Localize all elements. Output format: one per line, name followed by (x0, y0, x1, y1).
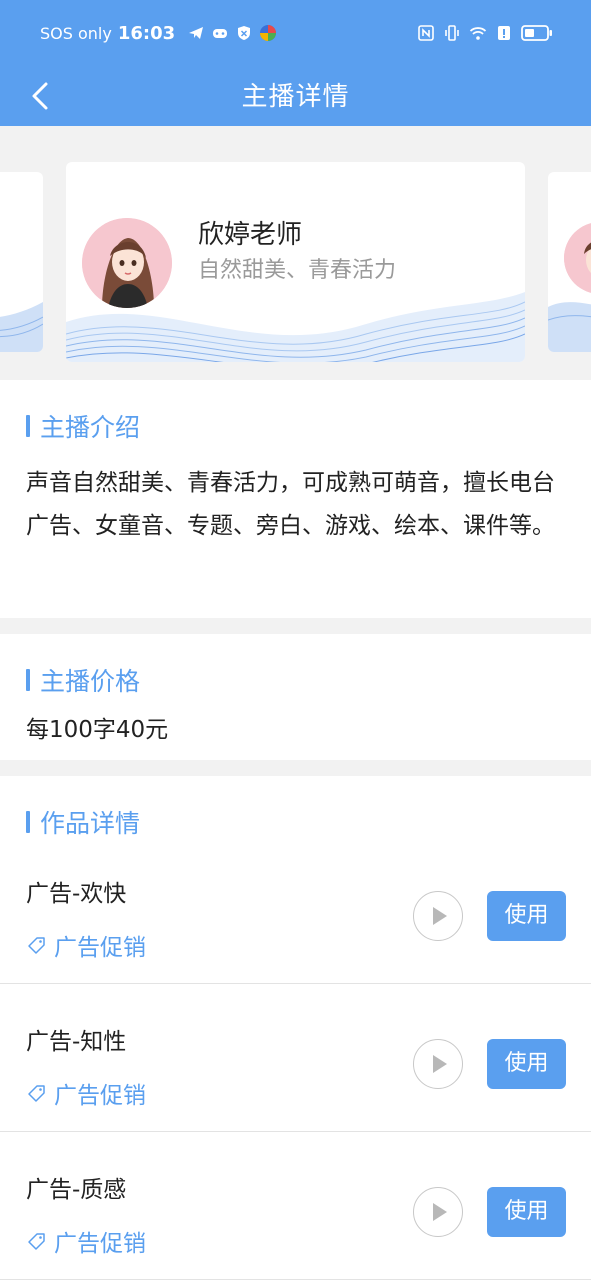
carrier-text: SOS only (40, 23, 112, 43)
section-title: 作品详情 (40, 809, 141, 838)
status-bar: SOS only 16:03 (0, 0, 591, 66)
anchor-tagline: 自然甜美、青春活力 (198, 258, 397, 283)
play-icon (433, 1055, 447, 1073)
page-title: 主播详情 (241, 82, 350, 112)
section-title: 主播介绍 (40, 413, 141, 442)
play-icon (433, 907, 447, 925)
nav-bar: 主播详情 (0, 66, 591, 126)
status-right (417, 20, 553, 46)
work-category-label: 广告促销 (54, 935, 146, 961)
section-header: 作品详情 (26, 804, 140, 840)
status-left: SOS only 16:03 (40, 20, 277, 46)
price-section: 主播价格 每100字40元 (0, 634, 591, 760)
anchor-card-next[interactable] (548, 172, 591, 352)
avatar-illustration (82, 218, 172, 308)
work-category: 广告促销 (26, 928, 146, 962)
work-category-label: 广告促销 (54, 1231, 146, 1257)
battery-icon (521, 25, 552, 41)
use-button[interactable]: 使用 (487, 1039, 566, 1089)
wifi-icon (469, 27, 487, 40)
vibrate-icon (445, 25, 459, 41)
work-category: 广告促销 (26, 1076, 146, 1110)
work-item: 广告-质感 广告促销 使用 (0, 1132, 591, 1280)
shield-icon (238, 26, 251, 40)
work-category: 广告促销 (26, 1224, 146, 1258)
anchor-carousel[interactable]: 欣婷老师 自然甜美、青春活力 (0, 126, 591, 378)
app-icon (260, 25, 277, 41)
tag-icon (28, 1233, 45, 1250)
work-title: 广告-质感 (26, 1177, 127, 1203)
work-category-label: 广告促销 (54, 1083, 146, 1109)
price-text: 每100字40元 (26, 717, 169, 743)
telegram-icon (189, 27, 204, 39)
section-marker (26, 811, 30, 833)
use-button[interactable]: 使用 (487, 891, 566, 941)
play-icon (433, 1203, 447, 1221)
use-button[interactable]: 使用 (487, 1187, 566, 1237)
alert-icon (498, 26, 510, 40)
works-section: 作品详情 广告-欢快 广告促销 使用 广告-知性 广告促销 使用 广告-质感 广… (0, 776, 591, 1280)
tag-icon (28, 1085, 45, 1102)
work-title: 广告-知性 (26, 1029, 127, 1055)
nfc-icon (418, 25, 434, 41)
wave-decoration (0, 302, 43, 352)
work-item: 广告-知性 广告促销 使用 (0, 984, 591, 1132)
avatar (82, 218, 172, 308)
section-title: 主播价格 (40, 667, 141, 696)
section-marker (26, 669, 30, 691)
play-button[interactable] (413, 1039, 463, 1089)
section-marker (26, 415, 30, 437)
tag-icon (28, 937, 45, 954)
work-title: 广告-欢快 (26, 881, 127, 907)
play-button[interactable] (413, 891, 463, 941)
anchor-card[interactable]: 欣婷老师 自然甜美、青春活力 (66, 162, 525, 362)
top-bar: SOS only 16:03 主播详情 (0, 0, 591, 126)
game-controller-icon (213, 29, 228, 38)
anchor-card-prev[interactable] (0, 172, 43, 352)
clock: 16:03 (117, 22, 176, 44)
play-button[interactable] (413, 1187, 463, 1237)
anchor-name: 欣婷老师 (198, 220, 303, 250)
work-item: 广告-欢快 广告促销 使用 (0, 836, 591, 984)
section-header: 主播价格 (26, 662, 140, 698)
section-header: 主播介绍 (26, 408, 140, 444)
intro-text: 声音自然甜美、青春活力，可成熟可萌音，擅长电台广告、女童音、专题、旁白、游戏、绘… (26, 470, 555, 539)
intro-section: 主播介绍 声音自然甜美、青春活力，可成熟可萌音，擅长电台广告、女童音、专题、旁白… (0, 380, 591, 618)
